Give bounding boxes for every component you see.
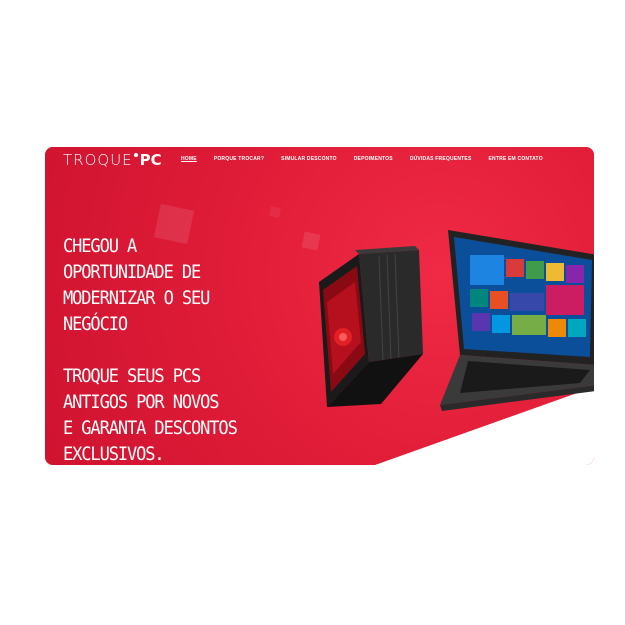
subheadline-line: EXCLUSIVOS.	[63, 444, 165, 465]
desktop-tower-image	[319, 246, 423, 407]
nav-entre-em-contato[interactable]: ENTRE EM CONTATO	[488, 156, 542, 162]
laptop-image	[440, 230, 594, 411]
logo-text-troque: TROQUE	[63, 151, 133, 169]
subheadline-line: E GARANTA DESCONTOS	[63, 418, 238, 439]
nav-depoimentos[interactable]: DEPOIMENTOS	[354, 156, 393, 162]
logo-dot	[133, 153, 138, 157]
hero-section: TROQUE PC HOME PORQUE TROCAR? SIMULAR DE…	[45, 147, 594, 465]
nav-home[interactable]: HOME	[181, 156, 197, 162]
top-nav: HOME PORQUE TROCAR? SIMULAR DESCONTO DEP…	[181, 156, 543, 162]
brand-logo[interactable]: TROQUE PC	[63, 151, 162, 171]
headline-line: MODERNIZAR O SEU	[63, 288, 210, 309]
hero-headline: CHEGOU A OPORTUNIDADE DE MODERNIZAR O SE…	[63, 234, 293, 465]
nav-duvidas-frequentes[interactable]: DÚVIDAS FREQUENTES	[410, 156, 472, 162]
subheadline-line: ANTIGOS POR NOVOS	[63, 392, 220, 413]
headline-line: NEGÓCIO	[63, 314, 128, 335]
subheadline-line: TROQUE SEUS PCS	[63, 366, 201, 387]
nav-simular-desconto[interactable]: SIMULAR DESCONTO	[281, 156, 337, 162]
nav-porque-trocar[interactable]: PORQUE TROCAR?	[214, 156, 264, 162]
logo-text-pc: PC	[139, 151, 162, 169]
headline-line: CHEGOU A	[63, 236, 137, 257]
headline-line: OPORTUNIDADE DE	[63, 262, 201, 283]
